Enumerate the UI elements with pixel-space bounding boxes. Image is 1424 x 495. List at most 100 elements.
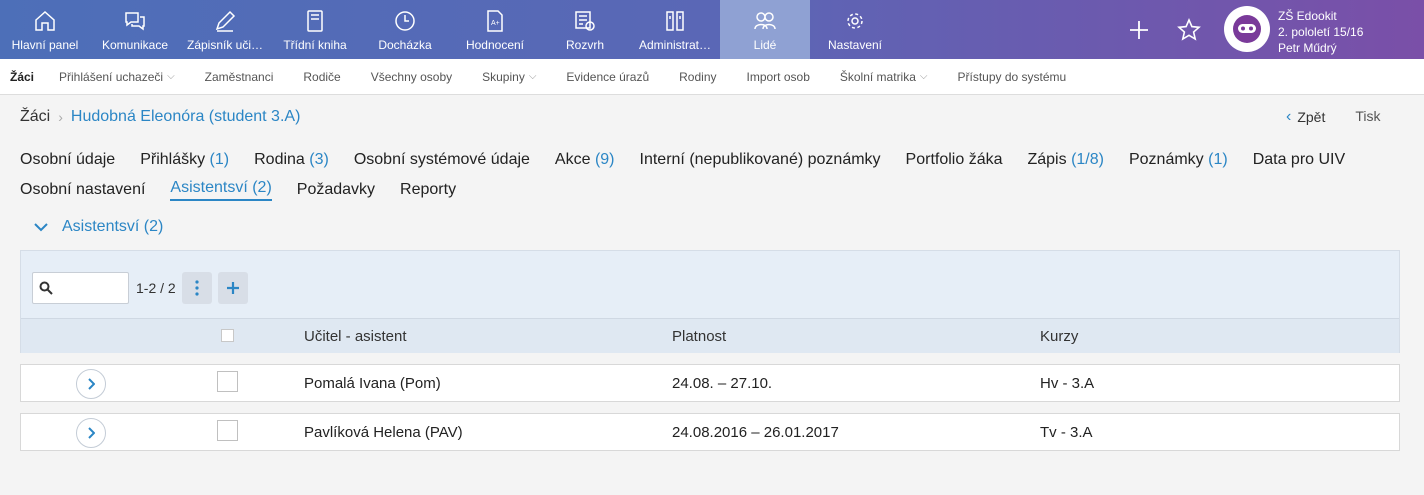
subnav-label: Rodiny [679,69,717,84]
chat-icon [125,12,145,31]
sub-navigation: Žáci Přihlášení uchazeči ⌵ Zaměstnanci Ro… [0,59,1424,95]
select-all-checkbox[interactable] [221,329,234,342]
back-label: Zpět [1297,109,1326,125]
school-term: 2. pololetí 15/16 [1278,25,1364,39]
row-checkbox[interactable] [217,371,238,392]
user-name: Petr Műdrý [1278,41,1337,55]
nav-item-hodnoceni[interactable]: A+ Hodnocení [450,0,540,59]
tab-pozadavky[interactable]: Požadavky [297,181,375,199]
breadcrumb: Žáci › Hudobná Eleonóra (student 3.A) [20,108,300,126]
nav-item-tridni-kniha[interactable]: Třídní kniha [270,0,360,59]
tab-osobni-systemove-udaje[interactable]: Osobní systémové údaje [354,151,530,169]
subnav-import-osob[interactable]: Import osob [732,59,825,95]
nav-label: Třídní kniha [283,38,347,52]
tab-label: Akce [554,151,591,168]
chevron-left-icon: ‹ [1286,108,1292,125]
school-name: ZŠ Edookit [1278,9,1337,23]
column-header-teacher[interactable]: Učitel - asistent [304,328,407,345]
nav-item-lide[interactable]: Lidé [720,0,810,59]
nav-label: Hlavní panel [11,38,79,52]
subnav-skupiny[interactable]: Skupiny ⌵ [467,59,551,95]
school-logo-icon [1233,15,1261,43]
breadcrumb-current: Hudobná Eleonóra (student 3.A) [70,108,301,125]
nav-label: Hodnocení [465,38,525,52]
subnav-label: Import osob [746,69,810,84]
tab-prihlasky[interactable]: Přihlášky (1) [140,151,229,169]
breadcrumb-root[interactable]: Žáci [20,108,50,126]
section-header[interactable]: Asistentsví (2) [34,218,163,236]
nav-label: Administrat… [638,38,712,52]
nav-item-rozvrh[interactable]: Rozvrh [540,0,630,59]
chevron-right-icon: › [58,109,63,125]
cell-teacher: Pomalá Ivana (Pom) [304,375,441,392]
nav-item-nastaveni[interactable]: Nastavení [810,0,900,59]
tab-akce[interactable]: Akce (9) [555,151,615,169]
subnav-zamestnanci[interactable]: Zaměstnanci [190,59,289,95]
tab-label: Osobní systémové údaje [353,151,530,168]
subnav-prihlaseni-uchazeci[interactable]: Přihlášení uchazeči ⌵ [44,59,190,95]
row-checkbox[interactable] [217,420,238,441]
subnav-pristupy[interactable]: Přístupy do systému [943,59,1082,95]
school-switcher[interactable]: ZŠ Edookit 2. pololetí 15/16 Petr Műdrý [1224,6,1363,56]
tab-label: Poznámky [1128,151,1204,168]
subnav-label: Evidence úrazů [566,69,650,84]
tab-portfolio[interactable]: Portfolio žáka [906,151,1003,169]
nav-label: Lidé [753,38,777,52]
cell-teacher: Pavlíková Helena (PAV) [304,424,463,441]
expand-row-button[interactable] [76,418,106,448]
subnav-vsechny-osoby[interactable]: Všechny osoby [356,59,467,95]
tab-reporty[interactable]: Reporty [400,181,456,199]
tab-rodina[interactable]: Rodina (3) [254,151,329,169]
nav-item-hlavni-panel[interactable]: Hlavní panel [0,0,90,59]
chevron-down-icon: ⌵ [167,71,175,82]
favorites-button[interactable] [1170,11,1208,49]
nav-label: Komunikace [101,38,169,52]
subnav-rodice[interactable]: Rodiče [288,59,355,95]
subnav-label: Žáci [10,69,35,84]
more-options-button[interactable] [181,272,212,304]
subnav-skolni-matrika[interactable]: Školní matrika ⌵ [825,59,943,95]
tab-label: Asistentsví (2) [170,179,272,196]
column-header-courses[interactable]: Kurzy [1040,328,1078,345]
column-header-validity[interactable]: Platnost [672,328,726,345]
book-icon [307,10,323,32]
tab-osobni-nastaveni[interactable]: Osobní nastavení [20,181,145,199]
home-icon [35,10,55,31]
school-info: ZŠ Edookit 2. pololetí 15/16 Petr Műdrý [1278,6,1363,56]
tab-interni-poznamky[interactable]: Interní (nepublikované) poznámky [640,151,881,169]
table-row[interactable]: Pomalá Ivana (Pom) 24.08. – 27.10. Hv - … [20,364,1400,402]
nav-item-dochazka[interactable]: Docházka [360,0,450,59]
clock-icon [395,11,415,31]
subnav-zaci[interactable]: Žáci [0,59,44,95]
tab-label: Osobní nastavení [20,181,146,198]
chevron-down-icon: ⌵ [528,71,537,82]
tab-data-pro-uiv[interactable]: Data pro UIV [1253,151,1345,169]
star-icon [1177,17,1201,41]
pager-count: 1-2 / 2 [136,280,176,296]
nav-item-zapisnik[interactable]: Zápisník uči… [180,0,270,59]
tab-label: Přihlášky [140,151,206,168]
tab-label: Osobní údaje [20,151,116,168]
search-input[interactable] [32,272,129,304]
tab-osobni-udaje[interactable]: Osobní údaje [20,151,115,169]
back-button[interactable]: ‹ Zpět [1286,108,1325,126]
plus-icon [226,282,239,294]
tab-zapis[interactable]: Zápis (1/8) [1027,151,1103,169]
tab-asistentsvi[interactable]: Asistentsví (2) [170,179,272,201]
subnav-label: Přístupy do systému [957,69,1067,84]
tab-count: (1) [209,151,230,168]
subnav-rodiny[interactable]: Rodiny [664,59,731,95]
add-button[interactable] [1120,11,1158,49]
expand-row-button[interactable] [76,369,106,399]
chevron-right-icon [88,427,95,439]
table-header: Učitel - asistent Platnost Kurzy [21,318,1399,353]
table-row[interactable]: Pavlíková Helena (PAV) 24.08.2016 – 26.0… [20,413,1400,451]
tab-poznamky[interactable]: Poznámky (1) [1129,151,1228,169]
add-row-button[interactable] [217,272,248,304]
section-title: Asistentsví (2) [62,218,164,235]
subnav-label: Přihlášení uchazeči [59,69,164,84]
subnav-evidence-urazu[interactable]: Evidence úrazů [551,59,664,95]
print-button[interactable]: Tisk [1355,108,1380,126]
nav-item-komunikace[interactable]: Komunikace [90,0,180,59]
nav-item-administrativa[interactable]: Administrat… [630,0,720,59]
